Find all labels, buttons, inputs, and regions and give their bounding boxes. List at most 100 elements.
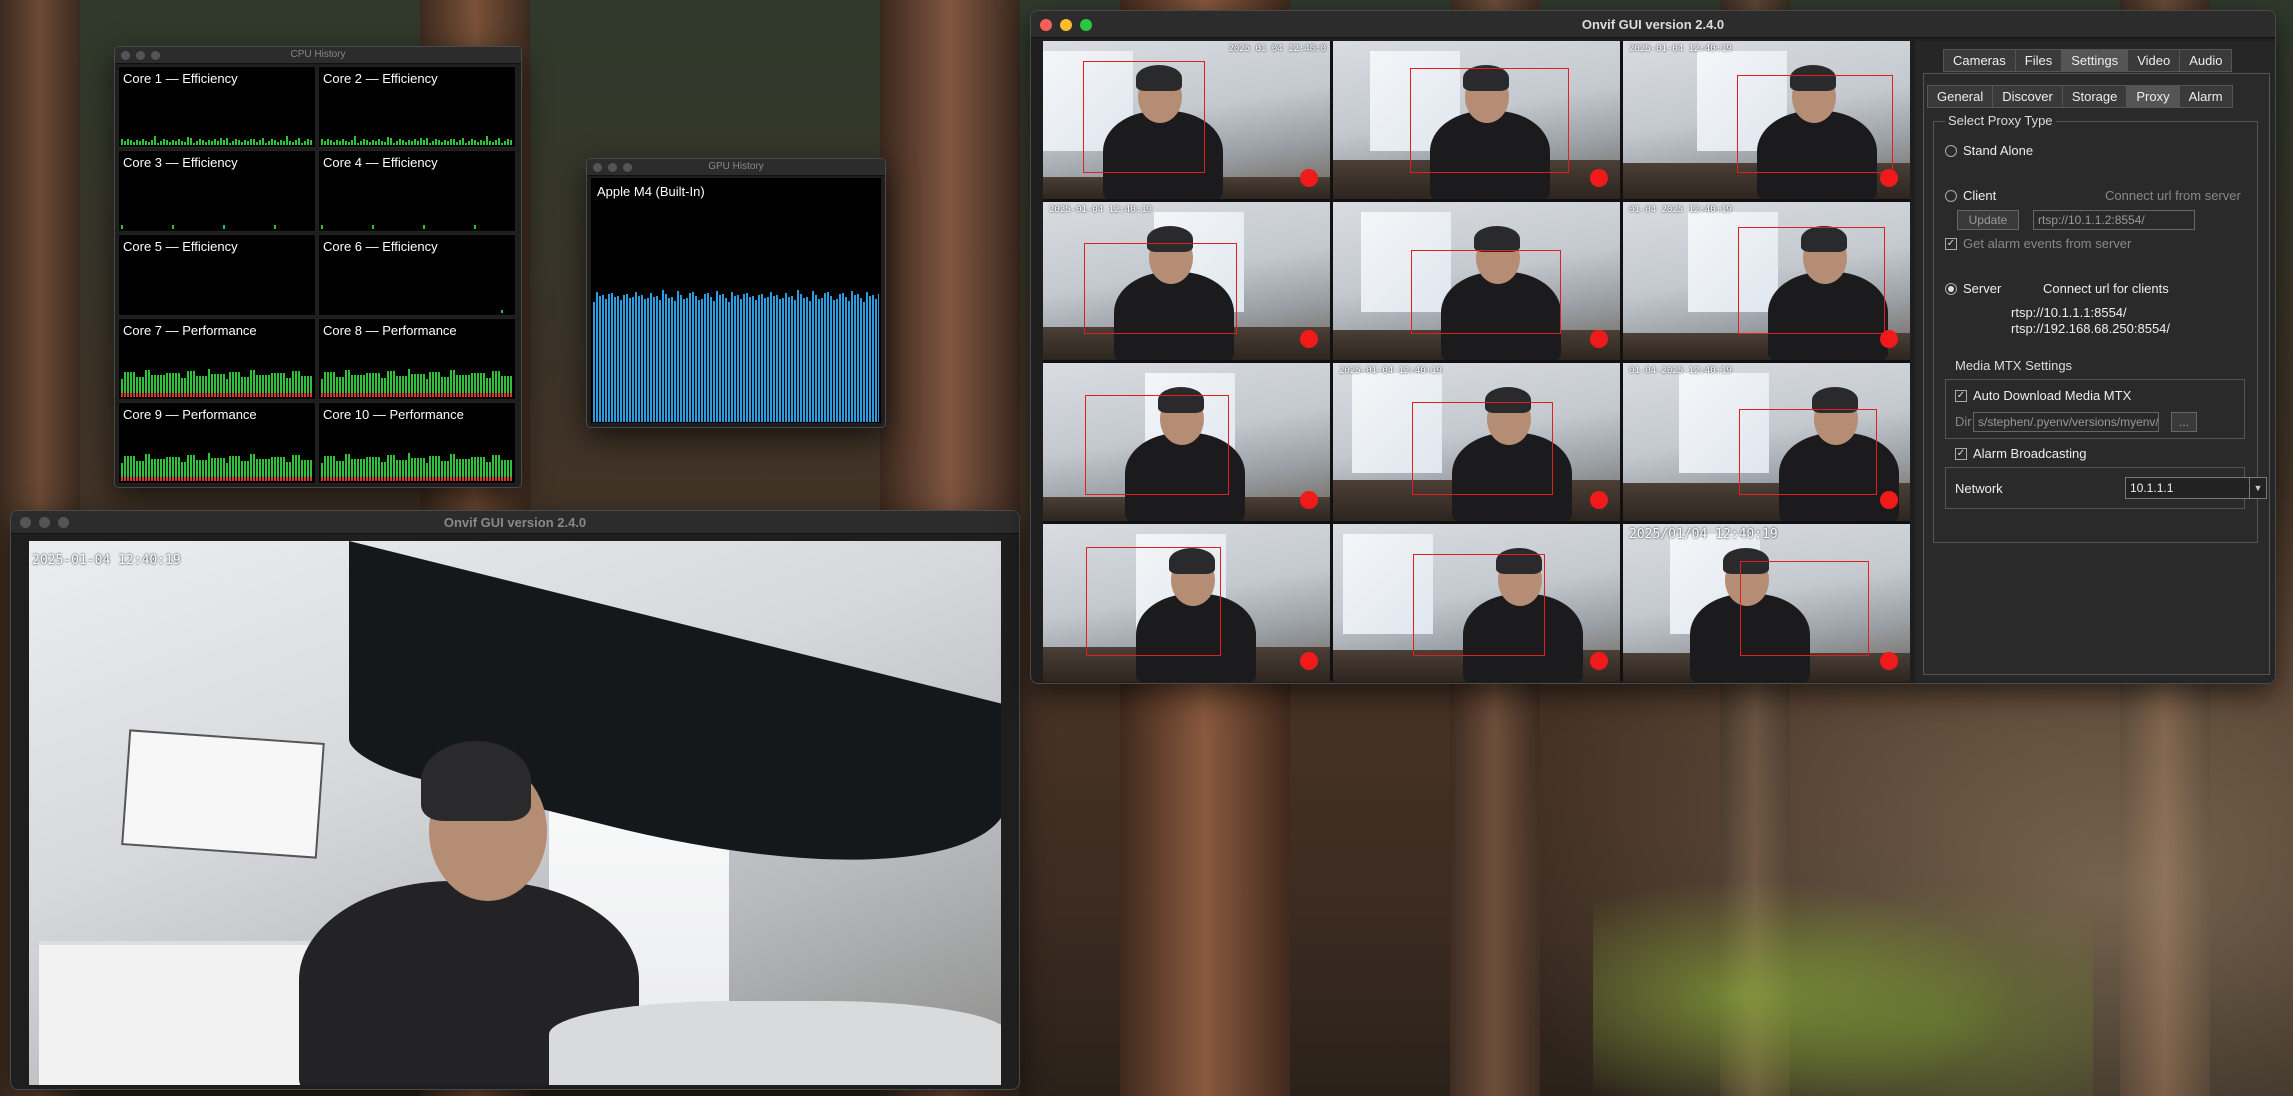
cpu-usage-bars bbox=[321, 453, 512, 481]
detection-box bbox=[1083, 61, 1205, 173]
network-select[interactable]: 10.1.1.1 ▼ bbox=[2125, 477, 2267, 499]
camera-timestamp: 2025/01/04 12:40:19 bbox=[1629, 527, 1778, 542]
radio-indicator bbox=[1945, 282, 1957, 295]
camera-feed-tile[interactable] bbox=[1043, 363, 1330, 521]
gpu-graph: Apple M4 (Built-In) bbox=[591, 178, 881, 423]
cpu-core-graph: Core 9 — Performance bbox=[118, 402, 316, 484]
tab-video[interactable]: Video bbox=[2127, 49, 2180, 72]
cpu-usage-bars bbox=[121, 251, 313, 313]
cpu-history-window[interactable]: CPU History Core 1 — Efficiency Core 2 — … bbox=[114, 46, 522, 488]
camera-feed-tile[interactable]: 2025 01 04 12:40:0 bbox=[1043, 41, 1330, 199]
camera-timestamp: 01-04 2025 12:40:19 bbox=[1629, 205, 1732, 215]
network-label: Network bbox=[1955, 481, 2003, 496]
cpu-core-graph: Core 4 — Efficiency bbox=[318, 150, 516, 232]
stand-alone-radio[interactable]: Stand Alone bbox=[1945, 143, 2033, 158]
cpu-core-graph: Core 1 — Efficiency bbox=[118, 66, 316, 148]
single-camera-title: Onvif GUI version 2.4.0 bbox=[443, 515, 587, 530]
detection-box bbox=[1410, 68, 1569, 173]
gpu-history-window[interactable]: GPU History Apple M4 (Built-In) bbox=[586, 158, 886, 428]
camera-timestamp: 2025-01-04 12:40:19 bbox=[32, 553, 181, 568]
subtab-storage[interactable]: Storage bbox=[2061, 85, 2127, 108]
detection-box bbox=[1412, 402, 1553, 495]
cpu-usage-bars bbox=[121, 225, 276, 229]
tab-cameras[interactable]: Cameras bbox=[1943, 49, 2015, 72]
recording-indicator bbox=[1590, 330, 1608, 348]
recording-indicator bbox=[1880, 169, 1898, 187]
tab-settings[interactable]: Settings bbox=[2061, 49, 2128, 72]
browse-dir-button[interactable]: ... bbox=[2171, 412, 2197, 432]
single-camera-titlebar[interactable]: Onvif GUI version 2.4.0 bbox=[11, 511, 1019, 534]
detection-box bbox=[1085, 395, 1229, 495]
subtab-alarm[interactable]: Alarm bbox=[2178, 85, 2233, 108]
tab-audio[interactable]: Audio bbox=[2179, 49, 2233, 72]
camera-feed-tile[interactable]: 2025-01-04 12:40:19 bbox=[1333, 363, 1620, 521]
detection-box bbox=[1084, 243, 1237, 334]
recording-indicator bbox=[1880, 330, 1898, 348]
server-url-1: rtsp://10.1.1.1:8554/ bbox=[2011, 305, 2127, 320]
detection-box bbox=[1413, 554, 1545, 656]
get-alarm-checkbox[interactable]: ✓ Get alarm events from server bbox=[1945, 236, 2131, 251]
gpu-usage-bars bbox=[593, 290, 879, 422]
camera-feed-tile[interactable]: 2025-01-04 12:40:19 bbox=[1623, 41, 1910, 199]
auto-download-label: Auto Download Media MTX bbox=[1973, 388, 2132, 403]
detection-box bbox=[1738, 227, 1885, 334]
settings-sub-tab-bar: General Discover Storage Proxy Alarm bbox=[1927, 85, 2233, 108]
subtab-discover[interactable]: Discover bbox=[1992, 85, 2062, 108]
network-value: 10.1.1.1 bbox=[2130, 481, 2174, 495]
camera-timestamp: 2025 01 04 12:40:0 bbox=[1228, 44, 1326, 54]
onvif-main-window[interactable]: Onvif GUI version 2.4.0 2025 01 04 12:40… bbox=[1030, 10, 2276, 684]
cpu-core-graph: Core 8 — Performance bbox=[318, 318, 516, 400]
recording-indicator bbox=[1590, 491, 1608, 509]
cpu-usage-bars bbox=[321, 225, 476, 229]
detection-box bbox=[1737, 75, 1893, 173]
get-alarm-label: Get alarm events from server bbox=[1963, 236, 2132, 251]
person-beanie bbox=[1474, 226, 1520, 252]
server-radio[interactable]: Server bbox=[1945, 281, 2001, 296]
cpu-usage-bars bbox=[321, 369, 512, 397]
camera-feed-tile[interactable]: 2025-01-04 12:40:19 bbox=[1043, 202, 1330, 360]
auto-download-checkbox[interactable]: ✓ Auto Download Media MTX bbox=[1955, 388, 2131, 403]
client-label: Client bbox=[1963, 188, 1997, 203]
person-beanie bbox=[421, 741, 531, 821]
subtab-general[interactable]: General bbox=[1927, 85, 1993, 108]
camera-feed-large[interactable]: 2025-01-04 12:40:19 bbox=[29, 541, 1001, 1085]
camera-timestamp: 2025-01-04 12:40:19 bbox=[1339, 366, 1442, 376]
update-button[interactable]: Update bbox=[1957, 210, 2019, 230]
client-url-field[interactable]: rtsp://10.1.1.2:8554/ bbox=[2033, 210, 2195, 230]
cpu-core-graph: Core 7 — Performance bbox=[118, 318, 316, 400]
camera-feed-tile[interactable] bbox=[1043, 524, 1330, 682]
cpu-history-titlebar[interactable]: CPU History bbox=[115, 47, 521, 64]
recording-indicator bbox=[1300, 169, 1318, 187]
single-camera-window[interactable]: Onvif GUI version 2.4.0 2025-01-04 12:40… bbox=[10, 510, 1020, 1090]
foliage bbox=[1593, 846, 2093, 1096]
dir-label: Dir bbox=[1955, 414, 1972, 429]
alarm-broadcasting-label: Alarm Broadcasting bbox=[1973, 446, 2087, 461]
cpu-history-title: CPU History bbox=[290, 49, 346, 60]
camera-feed-tile[interactable]: 01-04-2025 12:40:19 bbox=[1623, 363, 1910, 521]
cpu-core-graph: Core 10 — Performance bbox=[318, 402, 516, 484]
detection-box bbox=[1739, 409, 1877, 495]
cpu-usage-bars bbox=[121, 136, 312, 145]
camera-timestamp: 01-04-2025 12:40:19 bbox=[1629, 366, 1732, 376]
camera-feed-tile[interactable] bbox=[1333, 41, 1620, 199]
cpu-core-grid: Core 1 — Efficiency Core 2 — Efficiency Co… bbox=[118, 66, 516, 484]
recording-indicator bbox=[1590, 169, 1608, 187]
camera-feed-tile[interactable]: 2025/01/04 12:40:19 bbox=[1623, 524, 1910, 682]
detection-box bbox=[1411, 250, 1561, 334]
connect-from-server-label: Connect url from server bbox=[2105, 188, 2241, 203]
server-url-2: rtsp://192.168.68.250:8554/ bbox=[2011, 321, 2171, 336]
mediamtx-title: Media MTX Settings bbox=[1955, 358, 2073, 373]
alarm-broadcasting-checkbox[interactable]: ✓ Alarm Broadcasting bbox=[1955, 446, 2086, 461]
gpu-history-titlebar[interactable]: GPU History bbox=[587, 159, 885, 176]
camera-feed-tile[interactable] bbox=[1333, 202, 1620, 360]
client-radio[interactable]: Client bbox=[1945, 188, 1996, 203]
connect-for-clients-label: Connect url for clients bbox=[2043, 281, 2169, 296]
camera-feed-tile[interactable]: 01-04 2025 12:40:19 bbox=[1623, 202, 1910, 360]
tab-files[interactable]: Files bbox=[2014, 49, 2062, 72]
camera-feed-tile[interactable] bbox=[1333, 524, 1620, 682]
subtab-proxy[interactable]: Proxy bbox=[2126, 85, 2179, 108]
arm-foreground bbox=[549, 1001, 1001, 1085]
recording-indicator bbox=[1300, 652, 1318, 670]
onvif-main-titlebar[interactable]: Onvif GUI version 2.4.0 bbox=[1031, 11, 2275, 38]
dir-field[interactable]: s/stephen/.pyenv/versions/myenv/bin bbox=[1973, 412, 2159, 432]
